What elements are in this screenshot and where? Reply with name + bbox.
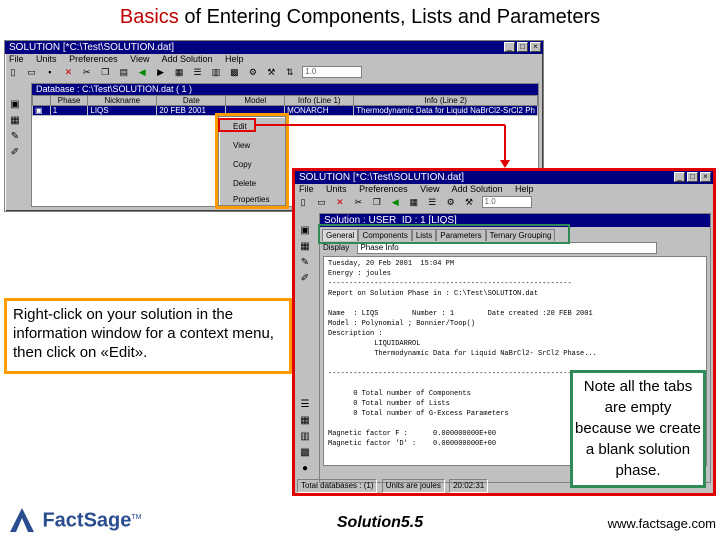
edit-settings-icon[interactable]: ⚙ [445, 196, 457, 208]
footer-center-title: Solution5.5 [336, 514, 424, 531]
logo-tm: TM [131, 513, 142, 521]
edit-side-chart-icon[interactable]: ▩ [297, 445, 313, 461]
status-units: Units are joules [381, 479, 445, 493]
edit-minimize-button[interactable]: _ [674, 172, 685, 182]
edit-menu-help[interactable]: Help [515, 184, 534, 194]
edit-window-title: SOLUTION [*C:\Test\SOLUTION.dat] [299, 172, 465, 183]
edit-tools-icon[interactable]: ⚒ [463, 196, 475, 208]
edit-window-titlebar: SOLUTION [*C:\Test\SOLUTION.dat] _ □ × [295, 171, 713, 184]
edit-menu-preferences[interactable]: Preferences [359, 184, 408, 194]
report-line: Report on Solution Phase in : C:\Test\SO… [328, 290, 539, 298]
status-time: 20:02:31 [449, 479, 489, 493]
edit-side-globe-icon[interactable]: ● [297, 461, 313, 477]
edit-units-combo[interactable]: 1.0 [481, 196, 532, 208]
edit-menubar: File Units Preferences View Add Solution… [295, 184, 713, 195]
left-callout: Right-click on your solution in the info… [4, 298, 292, 374]
report-line [328, 299, 702, 309]
tabs-highlight-box [318, 224, 570, 244]
report-line: ----------------------------------------… [328, 280, 572, 288]
edit-open-icon[interactable]: ▭ [315, 196, 327, 208]
edit-new-icon[interactable]: ▯ [297, 196, 309, 208]
edit-back-icon[interactable]: ◀ [389, 196, 401, 208]
edit-side-phase-icon[interactable]: ▦ [297, 239, 313, 255]
status-databases: Total databases : (1) [297, 479, 378, 493]
report-line: Energy : joules [328, 270, 392, 278]
report-line [328, 359, 702, 369]
edit-sidebar: ▣ ▦ ✎ ✐ ☰ ▦ ▥ ▩ ● [297, 223, 317, 474]
edit-side-solution-icon[interactable]: ▣ [297, 223, 313, 239]
report-line: LIQUIDARROL [328, 340, 421, 348]
edit-side-list-icon[interactable]: ☰ [297, 397, 313, 413]
edit-copy-icon[interactable]: ❐ [371, 196, 383, 208]
edit-side-table-icon[interactable]: ▥ [297, 429, 313, 445]
right-callout-text: Note all the tabs are empty because we c… [575, 378, 701, 479]
right-callout: Note all the tabs are empty because we c… [570, 370, 706, 488]
footer-url[interactable]: www.factsage.com [590, 516, 716, 531]
edit-side-tool-icon[interactable]: ✎ [297, 255, 313, 271]
report-line: Description : [328, 330, 383, 338]
edit-maximize-button[interactable]: □ [687, 172, 698, 182]
edit-delete-icon[interactable]: ✕ [334, 196, 346, 208]
report-line: Tuesday, 20 Feb 2001 15:04 PM [328, 260, 455, 268]
edit-side-grid-icon[interactable]: ▦ [297, 413, 313, 429]
edit-grid-icon[interactable]: ▦ [408, 196, 420, 208]
report-line: Model : Polynomial ; Bonnier/Toop() [328, 320, 476, 328]
display-label: Display [323, 243, 350, 252]
edit-close-button[interactable]: × [700, 172, 711, 182]
edit-connector-arrowhead [500, 160, 510, 168]
edit-side-edit-icon[interactable]: ✐ [297, 271, 313, 287]
edit-list-icon[interactable]: ☰ [426, 196, 438, 208]
edit-menu-units[interactable]: Units [326, 184, 347, 194]
edit-menu-file[interactable]: File [299, 184, 314, 194]
report-line: Thermodynamic Data for Liquid NaBrCl2- S… [328, 350, 597, 358]
logo-text: FactSage [42, 509, 132, 532]
factsage-logo: FactSageTM [6, 506, 142, 536]
edit-cut-icon[interactable]: ✂ [352, 196, 364, 208]
edit-menu-view[interactable]: View [420, 184, 439, 194]
edit-toolbar: ▯ ▭ ✕ ✂ ❐ ◀ ▦ ☰ ⚙ ⚒ 1.0 [295, 195, 713, 211]
report-line: Name : LIQS Number : 1 Date created :20 … [328, 310, 593, 318]
factsage-logo-icon [10, 508, 34, 532]
left-callout-text: Right-click on your solution in the info… [13, 306, 274, 361]
edit-menu-add-solution[interactable]: Add Solution [451, 184, 502, 194]
